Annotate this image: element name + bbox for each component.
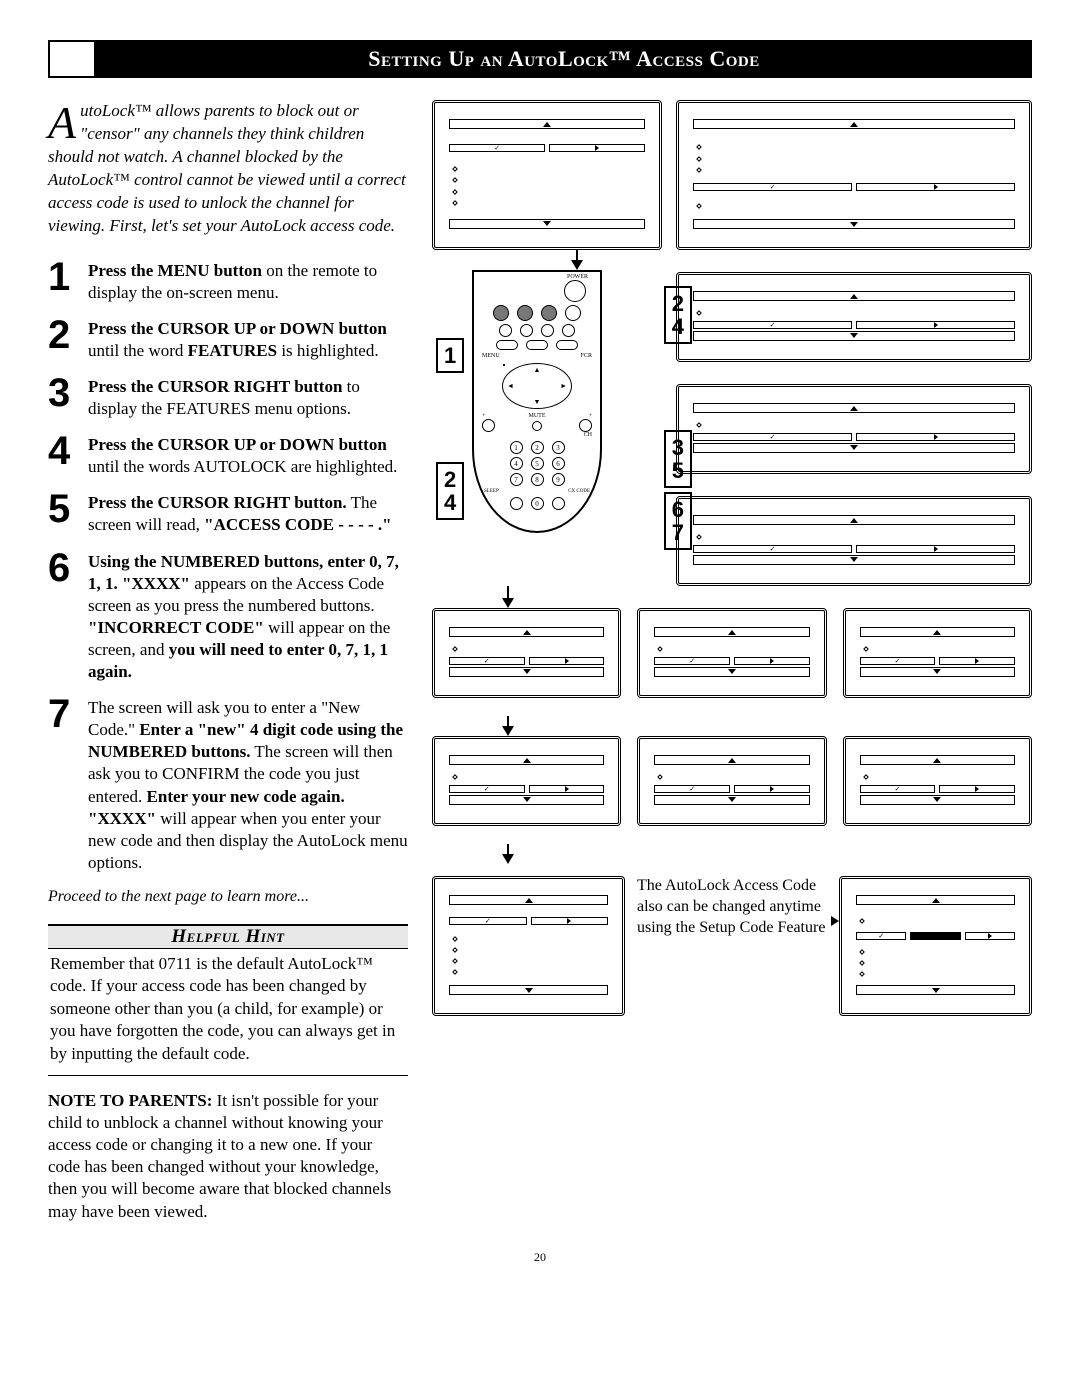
step-number: 7 [48,697,88,731]
smart-sound-button [496,340,518,350]
cxcode-label: CX CODE [568,489,590,494]
screen-autolock-highlight [676,384,1032,474]
screen-xxxx-1 [432,608,621,698]
step-number: 3 [48,376,88,410]
header-spacer [48,40,96,78]
num-0: 0 [531,497,544,510]
arrow-down-icon [502,598,514,608]
step-number: 5 [48,492,88,526]
num-9: 9 [552,473,565,486]
step-6: 6 Using the NUMBERED buttons, enter 0, 7… [48,551,408,684]
cursor-dpad: ▲ ▼ ◄ ► [502,363,572,409]
step-number: 4 [48,434,88,468]
proceed-note: Proceed to the next page to learn more..… [48,888,408,906]
step-4: 4 Press the CURSOR UP or DOWN button unt… [48,434,408,478]
left-column: A utoLock™ allows parents to block out o… [48,100,408,1223]
hint-body: Remember that 0711 is the default AutoLo… [48,949,408,1076]
small-button [541,324,554,337]
page-title: Setting Up an AutoLock™ Access Code [96,40,1032,78]
color-button-1 [493,305,509,321]
num-8: 8 [531,473,544,486]
small-button [499,324,512,337]
hint-heading: Helpful Hint [48,924,408,949]
small-button [520,324,533,337]
power-label: POWER [567,274,588,280]
onscreen-menu-main [432,100,662,250]
step-7: 7 The screen will ask you to enter a "Ne… [48,697,408,874]
main-columns: A utoLock™ allows parents to block out o… [48,100,1032,1223]
page-number: 20 [534,1250,546,1265]
step-number: 6 [48,551,88,585]
mute-label: MUTE [529,413,546,419]
num-7: 7 [510,473,523,486]
right-column: 1 2 4 2 4 3 5 6 7 POWER [432,100,1032,1223]
step-3: 3 Press the CURSOR RIGHT button to displ… [48,376,408,420]
screen-confirm-code [637,736,826,826]
vol-down-button [482,419,495,432]
dropcap: A [48,100,80,143]
screen-incorrect-code [843,608,1032,698]
step-2: 2 Press the CURSOR UP or DOWN button unt… [48,318,408,362]
ch-label: CH [482,432,592,438]
hint-p1: Remember that 0711 is the default AutoLo… [50,953,406,1065]
menu-items [449,163,645,208]
ch-up-button [579,419,592,432]
arrow-down-icon [571,260,583,270]
cxcode-button [552,497,565,510]
arrow-down-icon [502,854,514,864]
step-number: 1 [48,260,88,294]
screen-new-code [432,736,621,826]
intro-text: utoLock™ allows parents to block out or … [48,101,406,235]
menu-label: MENU [482,353,500,359]
step-number: 2 [48,318,88,352]
av-button [556,340,578,350]
num-1: 1 [510,441,523,454]
color-button-3 [541,305,557,321]
sleep-label: SLEEP [484,489,499,494]
callout-2-4b: 2 4 [436,462,464,520]
sleep-button [510,497,523,510]
step-body: Press the MENU button on the remote to d… [88,260,408,304]
mute-button [532,421,542,431]
setup-code-note-text: The AutoLock Access Code also can be cha… [637,877,825,936]
screen-confirm-xxxx [843,736,1032,826]
remote-control: 1 2 4 2 4 3 5 6 7 POWER [472,270,662,533]
step-body: Press the CURSOR RIGHT button to display… [88,376,408,420]
setup-code-note: The AutoLock Access Code also can be cha… [637,876,827,1016]
fcr-label: FCR [581,353,592,359]
screen-setup-code-feature [839,876,1032,1016]
screen-access-code-prompt [676,496,1032,586]
arrow-right-icon [831,916,839,926]
screen-xxxx-2 [637,608,826,698]
step-1: 1 Press the MENU button on the remote to… [48,260,408,304]
num-4: 4 [510,457,523,470]
color-button-2 [517,305,533,321]
screen-features-menu [676,272,1032,362]
color-button-4 [565,305,581,321]
screen-autolock-options [432,876,625,1016]
num-3: 3 [552,441,565,454]
cc-button [526,340,548,350]
step-body: Press the CURSOR UP or DOWN button until… [88,318,408,362]
num-2: 2 [531,441,544,454]
step-body: The screen will ask you to enter a "New … [88,697,408,874]
header-row: Setting Up an AutoLock™ Access Code [48,40,1032,78]
screen-features-highlight [676,100,1032,250]
step-body: Using the NUMBERED buttons, enter 0, 7, … [88,551,408,684]
num-6: 6 [552,457,565,470]
intro-paragraph: A utoLock™ allows parents to block out o… [48,100,408,238]
step-5: 5 Press the CURSOR RIGHT button. The scr… [48,492,408,536]
step-body: Press the CURSOR RIGHT button. The scree… [88,492,408,536]
step-list: 1 Press the MENU button on the remote to… [48,260,408,874]
arrow-down-icon [502,726,514,736]
num-5: 5 [531,457,544,470]
step-body: Press the CURSOR UP or DOWN button until… [88,434,408,478]
callout-1: 1 [436,338,464,373]
small-button [562,324,575,337]
power-button [564,280,586,302]
note-to-parents: NOTE TO PARENTS: It isn't possible for y… [48,1090,408,1223]
